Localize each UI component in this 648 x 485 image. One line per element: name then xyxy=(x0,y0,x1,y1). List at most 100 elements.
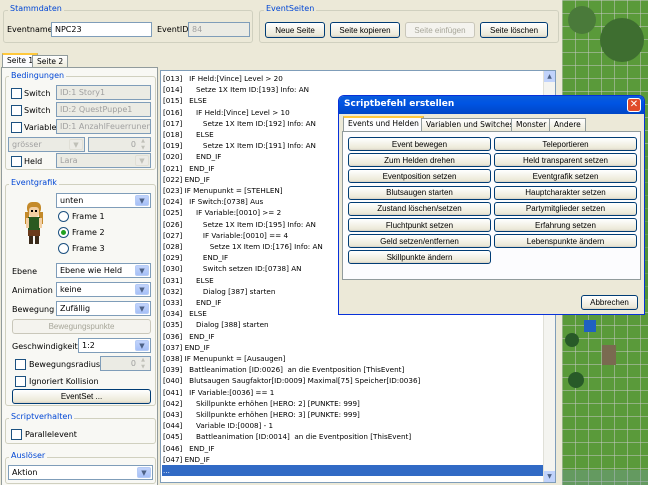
script-line[interactable]: [026] Setze 1X Item ID:[195] Info: AN xyxy=(163,219,316,230)
script-line[interactable]: [019] Setze 1X Item ID:[191] Info: AN xyxy=(163,140,316,151)
eventgrafik-title: Eventgrafik xyxy=(9,178,59,187)
direction-select[interactable]: unten ▼ xyxy=(56,193,151,208)
kollision-checkbox[interactable] xyxy=(15,376,26,387)
eventset-button[interactable]: EventSet ... xyxy=(12,389,151,404)
script-line[interactable]: [034] ELSE xyxy=(163,308,207,319)
command-button[interactable]: Fluchtpunkt setzen xyxy=(348,218,491,232)
command-button[interactable]: Lebenspunkte ändern xyxy=(494,234,637,249)
script-line[interactable]: [016] IF Held:[Vince] Level > 10 xyxy=(163,107,290,118)
ausloeser-title: Auslöser xyxy=(9,451,48,460)
switch1-checkbox[interactable] xyxy=(11,88,22,99)
script-line[interactable]: [040] Blutsaugen Saugfaktor[ID:0009] Max… xyxy=(163,375,420,386)
scroll-up-icon[interactable]: ▲ xyxy=(544,71,555,82)
script-line[interactable]: [025] IF Variable:[0010] >= 2 xyxy=(163,207,281,218)
script-line[interactable]: [020] END_IF xyxy=(163,151,221,162)
script-line[interactable]: [031] ELSE xyxy=(163,275,214,286)
dialog-tab-andere[interactable]: Andere xyxy=(549,118,586,131)
script-line[interactable]: [043] Skillpunkte erhöhen [HERO: 3] [PUN… xyxy=(163,409,360,420)
geschwindigkeit-select[interactable]: 1:2 ▼ xyxy=(78,338,151,353)
script-line[interactable]: [041] IF Variable:[0036] == 1 xyxy=(163,387,274,398)
variable-checkbox[interactable] xyxy=(11,122,22,133)
script-line[interactable]: [024] IF Switch:[0738] Aus xyxy=(163,196,263,207)
script-line[interactable]: [033] END_IF xyxy=(163,297,221,308)
script-line[interactable]: [036] END_IF xyxy=(163,331,214,342)
character-sprite[interactable] xyxy=(20,200,48,246)
command-button[interactable]: Blutsaugen starten xyxy=(348,185,491,200)
bewegungsradius-stepper: 0 ▲ ▼ xyxy=(100,356,151,371)
command-button[interactable]: Zum Helden drehen xyxy=(348,153,491,168)
script-line[interactable]: [045] Battleanimation [ID:0014] an die E… xyxy=(163,431,411,442)
switch2-checkbox[interactable] xyxy=(11,105,22,116)
switch1-field: ID:1 Story1 xyxy=(56,85,151,100)
geschwindigkeit-label: Geschwindigkeit xyxy=(12,342,78,351)
command-button[interactable]: Zustand löschen/setzen xyxy=(348,201,491,216)
script-line[interactable]: [044] Variable ID:[0008] - 1 xyxy=(163,420,273,431)
script-line[interactable]: [039] Battleanimation [ID:0026] an die E… xyxy=(163,364,404,375)
new-page-button[interactable]: Neue Seite xyxy=(265,22,325,38)
command-button[interactable]: Geld setzen/entfernen xyxy=(348,234,491,249)
compare-select: grösser ▼ xyxy=(8,137,85,152)
script-line[interactable]: [028] Setze 1X Item ID:[176] Info: AN xyxy=(163,241,323,252)
eventname-input[interactable]: NPC23 xyxy=(51,22,152,37)
script-line[interactable]: [029] END_IF xyxy=(163,252,228,263)
script-line[interactable]: [013] IF Held:[Vince] Level > 20 xyxy=(163,73,283,84)
frame1-label: Frame 1 xyxy=(72,212,105,221)
command-button[interactable]: Partymitglieder setzen xyxy=(494,201,637,216)
bewegung-select[interactable]: Zufällig ▼ xyxy=(56,301,151,316)
held-select: Lara ▼ xyxy=(56,153,151,168)
script-line[interactable]: [046] END_IF xyxy=(163,443,214,454)
script-line[interactable]: [017] Setze 1X Item ID:[192] Info: AN xyxy=(163,118,316,129)
chevron-down-icon: ▼ xyxy=(135,195,149,206)
script-line[interactable]: [014] Setze 1X Item ID:[193] Info: AN xyxy=(163,84,309,95)
script-line[interactable]: [038] IF Menupunkt = [Ausaugen] xyxy=(163,353,285,364)
script-line[interactable]: [030] Switch setzen ID:[0738] AN xyxy=(163,263,302,274)
ausloeser-select[interactable]: Aktion ▼ xyxy=(8,465,153,480)
script-line[interactable]: [022] END_IF xyxy=(163,174,210,185)
parallel-checkbox[interactable] xyxy=(11,429,22,440)
command-button[interactable]: Erfahrung setzen xyxy=(494,218,637,232)
script-line[interactable]: [027] IF Variable:[0010] == 4 xyxy=(163,230,288,241)
cancel-button[interactable]: Abbrechen xyxy=(581,295,638,310)
direction-value: unten xyxy=(60,196,84,205)
command-button[interactable]: Held transparent setzen xyxy=(494,153,637,168)
frame3-radio[interactable] xyxy=(58,243,69,254)
script-line[interactable]: [023] IF Menupunkt = [STEHLEN] xyxy=(163,185,283,196)
script-line[interactable]: [035] Dialog [388] starten xyxy=(163,319,269,330)
dialog-tab-variables[interactable]: Variablen und Switches xyxy=(421,118,519,131)
command-button[interactable]: Eventgrafik setzen xyxy=(494,169,637,184)
bewegungsradius-checkbox[interactable] xyxy=(15,359,26,370)
bewegungspunkte-button: Bewegungspunkte xyxy=(12,319,151,334)
command-button[interactable]: Event bewegen xyxy=(348,137,491,151)
dialog-tab-monster[interactable]: Monster xyxy=(511,118,552,131)
variable-label: Variable xyxy=(24,123,57,132)
copy-page-button[interactable]: Seite kopieren xyxy=(330,22,400,38)
command-button[interactable]: Teleportieren xyxy=(494,137,637,151)
dialog-tab-events[interactable]: Events und Helden xyxy=(343,116,424,131)
command-button[interactable]: Skillpunkte ändern xyxy=(348,250,491,265)
script-line[interactable]: [042] Skillpunkte erhöhen [HERO: 2] [PUN… xyxy=(163,398,360,409)
compare-number-stepper: 0 ▲ ▼ xyxy=(88,137,151,152)
ebene-select[interactable]: Ebene wie Held ▼ xyxy=(56,263,151,278)
scroll-down-icon[interactable]: ▼ xyxy=(544,471,555,482)
command-button[interactable]: Hauptcharakter setzen xyxy=(494,185,637,200)
delete-page-button[interactable]: Seite löschen xyxy=(480,22,548,38)
frame1-radio[interactable] xyxy=(58,211,69,222)
script-line[interactable]: [018] ELSE xyxy=(163,129,214,140)
script-line[interactable]: [021] END_IF xyxy=(163,163,214,174)
close-icon[interactable]: ✕ xyxy=(627,98,641,112)
chevron-down-icon: ▼ xyxy=(135,284,149,295)
kollision-label: Ignoriert Kollision xyxy=(29,377,99,386)
script-line[interactable]: [015] ELSE xyxy=(163,95,207,106)
spin-down-icon: ▼ xyxy=(137,364,149,370)
script-line[interactable]: [032] Dialog [387] starten xyxy=(163,286,275,297)
frame2-radio[interactable] xyxy=(58,227,69,238)
held-checkbox[interactable] xyxy=(11,156,22,167)
eventid-field: 84 xyxy=(188,22,250,37)
selected-line-highlight xyxy=(162,465,545,476)
command-button[interactable]: Eventposition setzen xyxy=(348,169,491,184)
script-line[interactable]: ... xyxy=(163,465,170,476)
animation-label: Animation xyxy=(12,286,53,295)
animation-select[interactable]: keine ▼ xyxy=(56,282,151,297)
script-line[interactable]: [037] END_IF xyxy=(163,342,210,353)
script-line[interactable]: [047] END_IF xyxy=(163,454,210,465)
